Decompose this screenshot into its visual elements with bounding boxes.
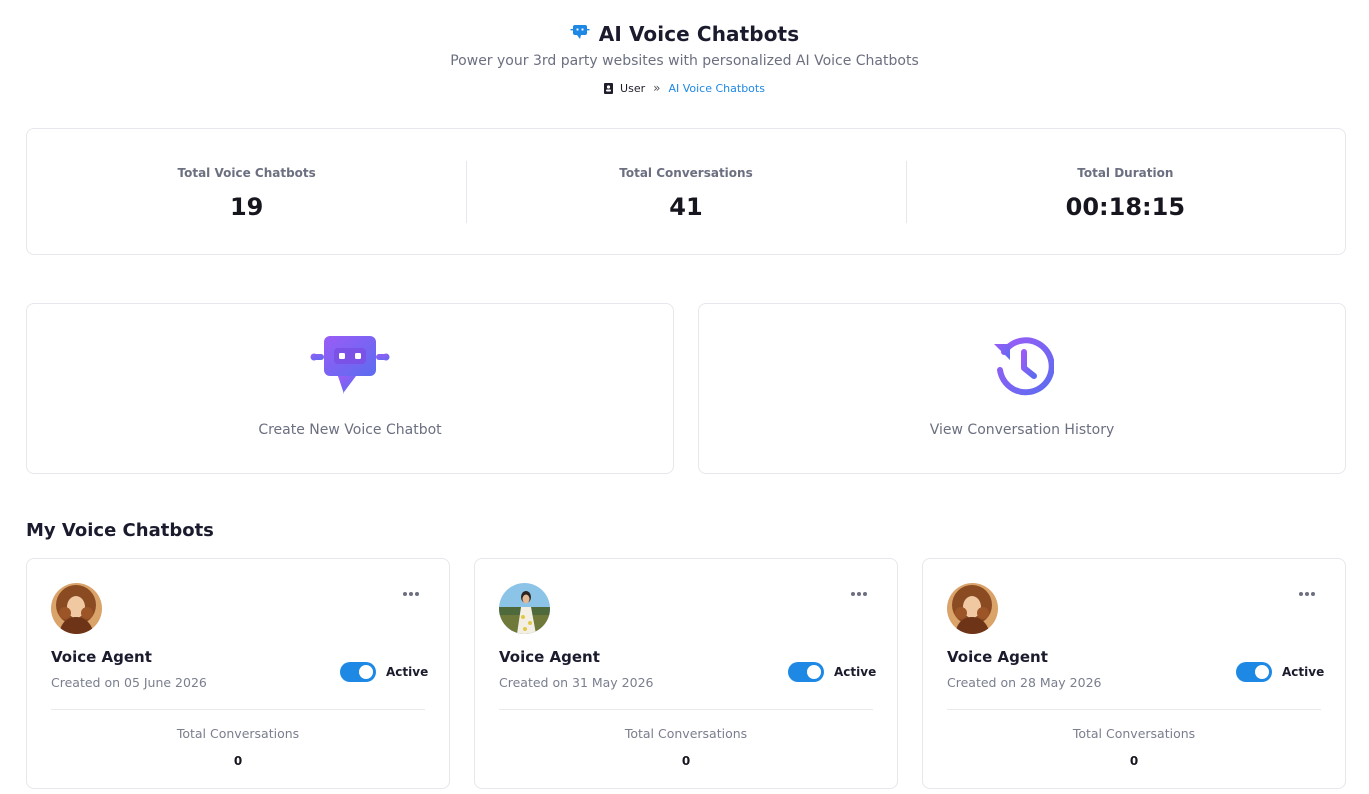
create-chatbot-label: Create New Voice Chatbot (258, 422, 442, 438)
page-title-row: AI Voice Chatbots (0, 22, 1369, 46)
page-subtitle: Power your 3rd party websites with perso… (450, 53, 919, 69)
more-options-icon[interactable] (403, 589, 419, 599)
chatbot-card[interactable]: Voice Agent Created on 05 June 2026 Acti… (26, 558, 450, 789)
breadcrumb-separator: » (653, 81, 661, 95)
chatbot-created-date: Created on 05 June 2026 (51, 675, 207, 690)
active-toggle[interactable] (788, 662, 824, 682)
divider (499, 709, 873, 710)
chatbot-name: Voice Agent (51, 648, 152, 666)
stat-value: 00:18:15 (1065, 193, 1186, 221)
stat-label: Total Duration (1077, 166, 1174, 180)
chatbot-created-date: Created on 31 May 2026 (499, 675, 654, 690)
divider (51, 709, 425, 710)
total-conversations-label: Total Conversations (624, 726, 748, 741)
user-card-icon (604, 82, 614, 94)
breadcrumb-user-label: User (620, 81, 646, 95)
total-conversations-value: 0 (1129, 754, 1139, 768)
total-conversations-label: Total Conversations (1072, 726, 1196, 741)
stat-label: Total Voice Chatbots (177, 166, 316, 180)
woman-outdoor-avatar (499, 583, 550, 634)
woman-curly-hair-avatar (51, 583, 102, 634)
history-icon (982, 334, 1062, 398)
stat-total-duration: Total Duration 00:18:15 (905, 129, 1345, 254)
breadcrumb-item-user[interactable]: User (604, 82, 645, 95)
stat-value: 41 (669, 193, 703, 221)
robot-chat-icon (310, 334, 390, 398)
divider (947, 709, 1321, 710)
active-toggle[interactable] (340, 662, 376, 682)
chatbot-icon (570, 22, 590, 46)
chatbot-created-date: Created on 28 May 2026 (947, 675, 1102, 690)
status-label: Active (1282, 665, 1325, 679)
conversation-history-label: View Conversation History (929, 422, 1115, 438)
breadcrumb-item-current[interactable]: AI Voice Chatbots (668, 82, 765, 95)
create-chatbot-card[interactable]: Create New Voice Chatbot (26, 303, 674, 474)
total-conversations-value: 0 (681, 754, 691, 768)
stat-label: Total Conversations (619, 166, 753, 180)
chatbot-card[interactable]: Voice Agent Created on 28 May 2026 Activ… (922, 558, 1346, 789)
chatbot-card[interactable]: Voice Agent Created on 31 May 2026 Activ… (474, 558, 898, 789)
active-toggle[interactable] (1236, 662, 1272, 682)
total-conversations-label: Total Conversations (176, 726, 300, 741)
chatbot-name: Voice Agent (947, 648, 1048, 666)
woman-curly-hair-avatar (947, 583, 998, 634)
conversation-history-card[interactable]: View Conversation History (698, 303, 1346, 474)
status-label: Active (834, 665, 877, 679)
more-options-icon[interactable] (851, 589, 867, 599)
stat-total-chatbots: Total Voice Chatbots 19 (27, 129, 466, 254)
page-title: AI Voice Chatbots (598, 22, 800, 46)
status-label: Active (386, 665, 429, 679)
stat-total-conversations: Total Conversations 41 (466, 129, 905, 254)
stats-panel: Total Voice Chatbots 19 Total Conversati… (26, 128, 1346, 255)
section-title: My Voice Chatbots (26, 520, 214, 541)
more-options-icon[interactable] (1299, 589, 1315, 599)
total-conversations-value: 0 (233, 754, 243, 768)
chatbot-name: Voice Agent (499, 648, 600, 666)
stat-value: 19 (229, 193, 264, 221)
breadcrumb: User » AI Voice Chatbots (0, 81, 1369, 95)
